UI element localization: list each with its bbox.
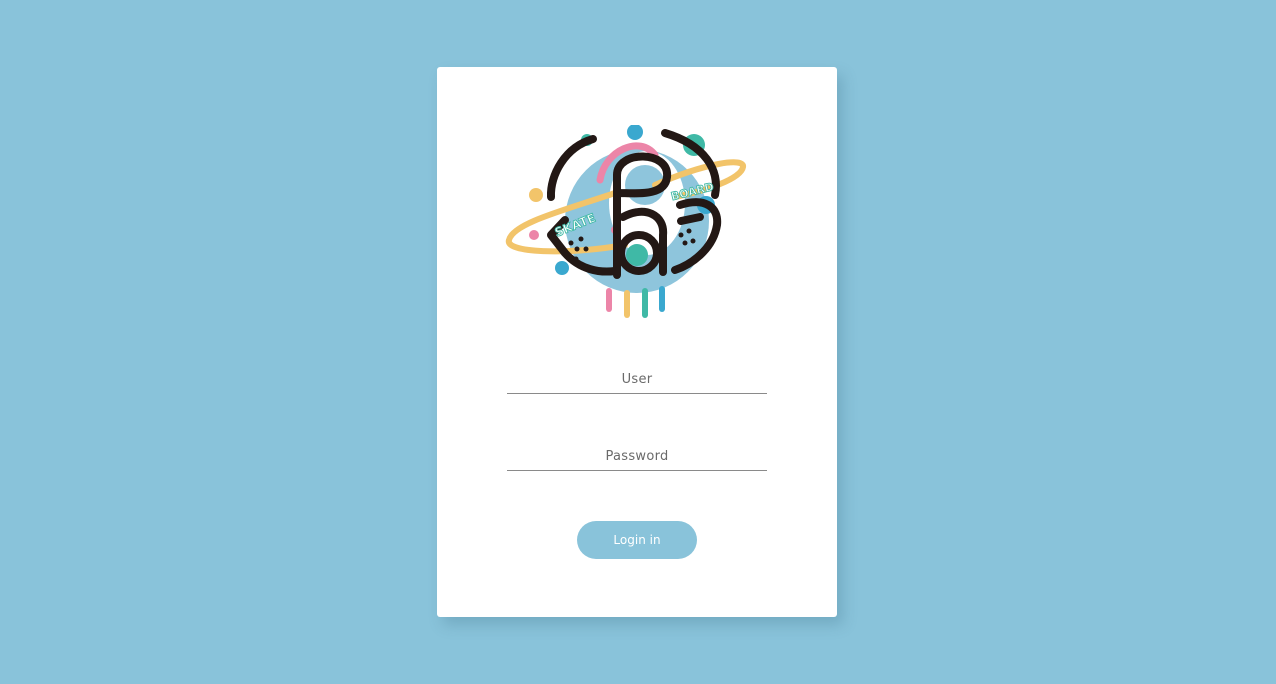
password-input[interactable] bbox=[507, 442, 767, 470]
skateboard-logo: SKATE BOARD bbox=[505, 125, 749, 321]
user-input[interactable] bbox=[507, 365, 767, 393]
password-field bbox=[507, 442, 767, 471]
user-field bbox=[507, 365, 767, 394]
login-button[interactable]: Login in bbox=[577, 521, 697, 559]
login-card: SKATE BOARD Login in bbox=[437, 67, 837, 617]
skateboard-logo-graphic: SKATE BOARD bbox=[506, 125, 746, 318]
